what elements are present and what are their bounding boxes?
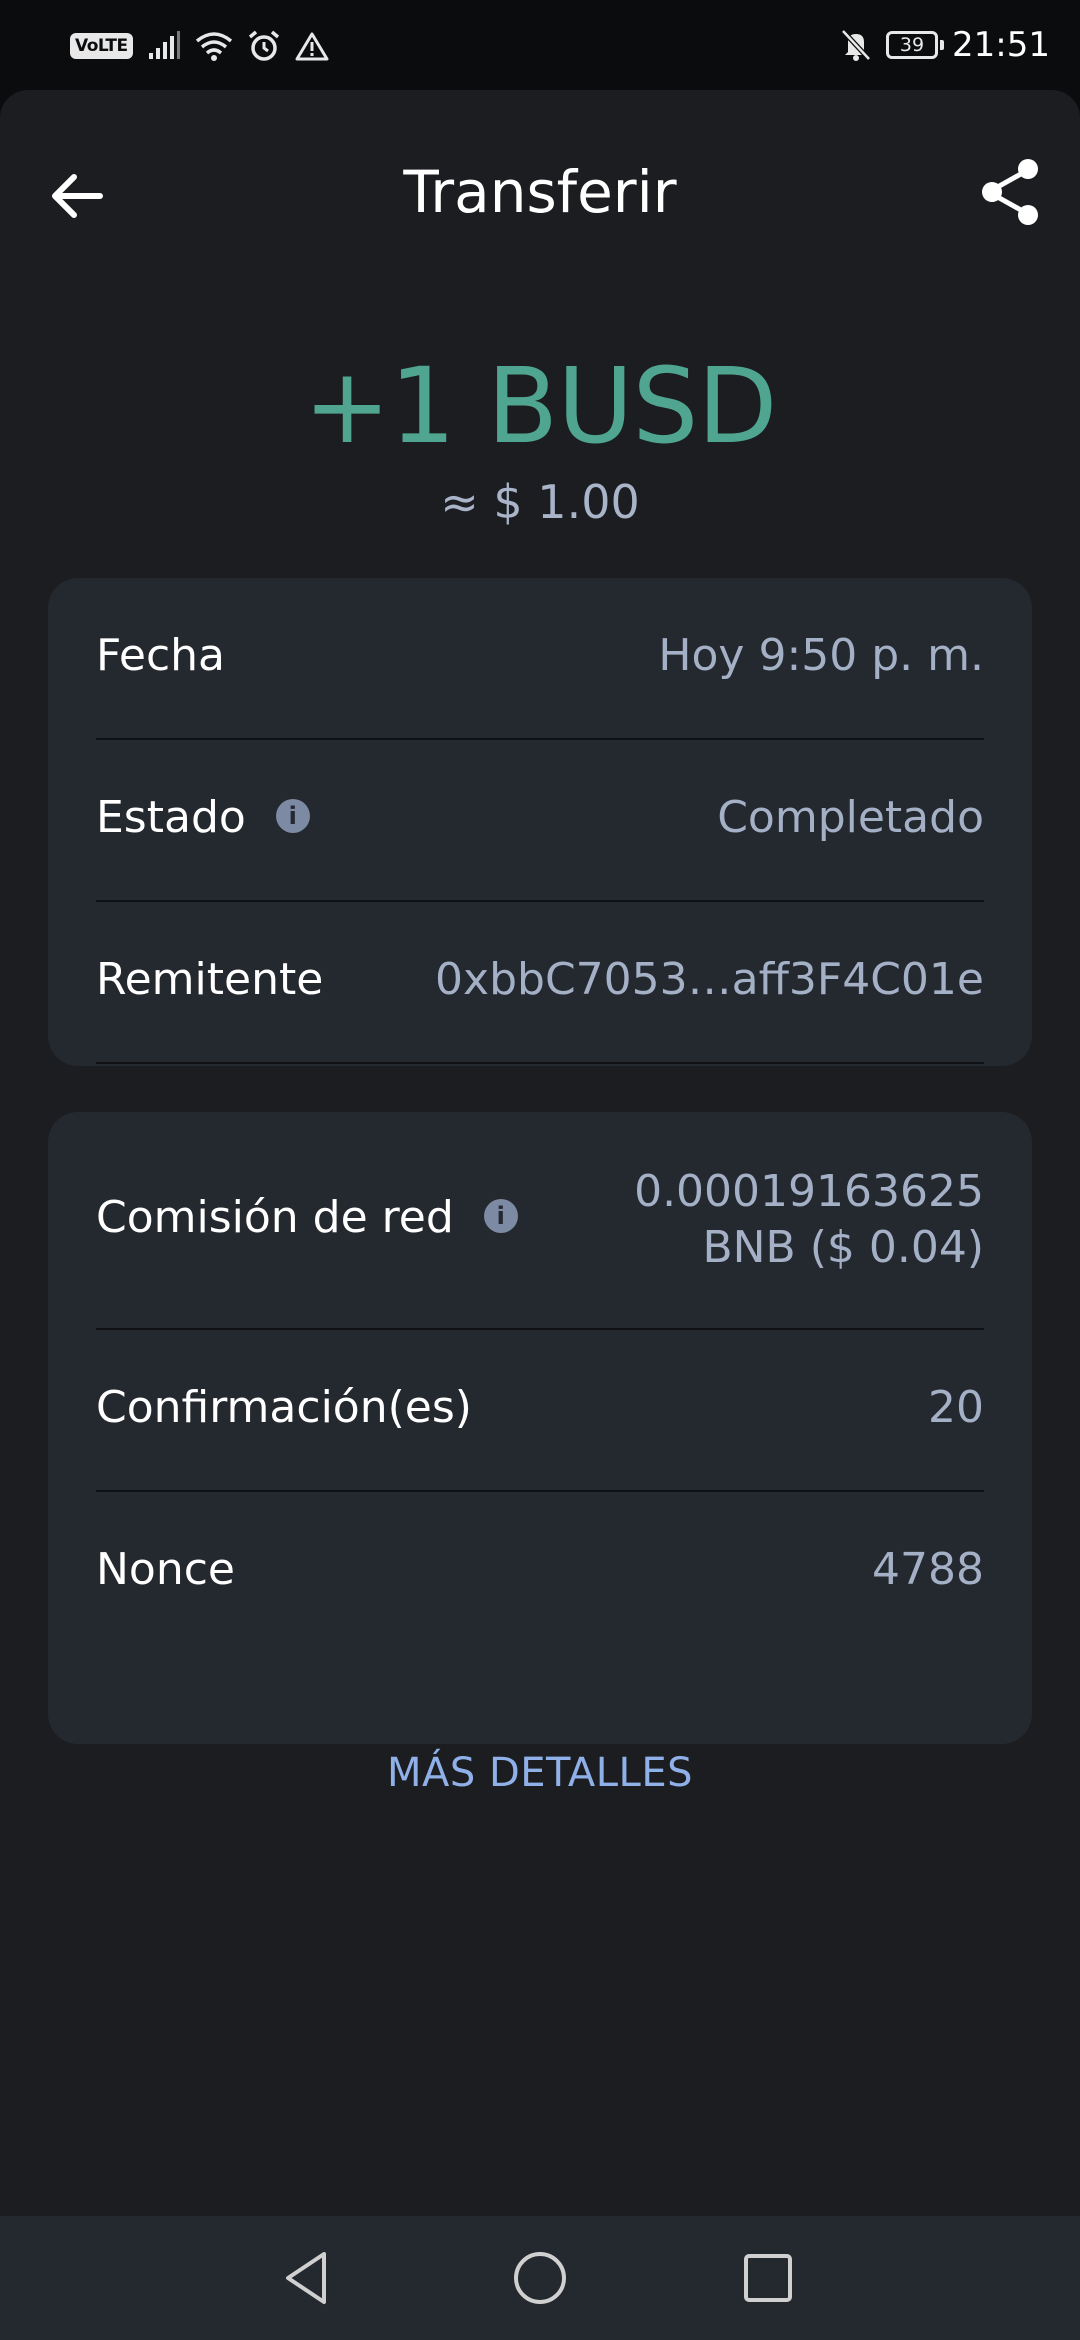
signal-icon bbox=[148, 31, 180, 59]
nav-back-icon[interactable] bbox=[276, 2246, 340, 2310]
share-button[interactable] bbox=[970, 152, 1050, 232]
volte-icon: VoLTE bbox=[70, 33, 133, 59]
network-fee-fiat: BNB ($ 0.04) bbox=[702, 1222, 984, 1273]
system-navigation-bar bbox=[0, 2216, 1080, 2340]
bell-muted-icon bbox=[841, 29, 871, 61]
battery-level: 39 bbox=[899, 34, 925, 56]
network-fee-row: Comisión de red i 0.00019163625 BNB ($ 0.… bbox=[96, 1112, 984, 1330]
confirmations-value: 20 bbox=[928, 1382, 984, 1433]
sender-row[interactable]: Remitente 0xbbC7053…aff3F4C01e bbox=[96, 902, 984, 1064]
network-fee-amount: 0.00019163625 bbox=[634, 1166, 984, 1217]
nav-home-icon[interactable] bbox=[508, 2246, 572, 2310]
status-bar: VoLTE 39 21:51 bbox=[0, 0, 1080, 90]
wifi-icon bbox=[195, 32, 232, 61]
info-icon[interactable]: i bbox=[483, 1199, 518, 1233]
sender-address[interactable]: 0xbbC7053…aff3F4C01e bbox=[435, 954, 984, 1005]
nonce-row: Nonce 4788 bbox=[96, 1492, 984, 1652]
status-right-icons: 39 21:51 bbox=[840, 22, 1050, 68]
more-details-button[interactable]: MÁS DETALLES bbox=[0, 1750, 1080, 1796]
transfer-screen: Transferir +1 BUSD ≈ $ 1.00 Fecha Hoy 9:… bbox=[0, 90, 1080, 2216]
network-fee-label: Comisión de red bbox=[96, 1192, 454, 1243]
status-row: Estado i Completado bbox=[96, 740, 984, 902]
status-left-icons: VoLTE bbox=[70, 28, 329, 64]
status-label: Estado bbox=[96, 792, 246, 843]
status-label-group: Estado i bbox=[96, 792, 310, 843]
date-label: Fecha bbox=[96, 630, 226, 681]
fiat-amount: ≈ $ 1.00 bbox=[440, 475, 640, 529]
warning-icon bbox=[295, 32, 329, 61]
date-value: Hoy 9:50 p. m. bbox=[658, 630, 984, 681]
nav-recents-icon[interactable] bbox=[736, 2246, 800, 2310]
nonce-value: 4788 bbox=[872, 1544, 984, 1595]
battery-icon: 39 bbox=[886, 31, 945, 59]
transaction-details-card: Fecha Hoy 9:50 p. m. Estado i Completado … bbox=[48, 578, 1032, 1066]
alarm-icon bbox=[248, 30, 279, 61]
fee-details-card: Comisión de red i 0.00019163625 BNB ($ 0.… bbox=[48, 1112, 1032, 1744]
network-fee-label-group: Comisión de red i bbox=[96, 1192, 518, 1243]
share-icon bbox=[982, 159, 1038, 225]
confirmations-label: Confirmación(es) bbox=[96, 1382, 472, 1433]
nonce-label: Nonce bbox=[96, 1544, 235, 1595]
status-time: 21:51 bbox=[952, 25, 1050, 65]
date-row: Fecha Hoy 9:50 p. m. bbox=[96, 578, 984, 740]
status-value: Completado bbox=[717, 792, 984, 843]
page-title: Transferir bbox=[403, 158, 677, 226]
sender-label: Remitente bbox=[96, 954, 324, 1005]
app-header: Transferir bbox=[0, 90, 1080, 280]
confirmations-row: Confirmación(es) 20 bbox=[96, 1330, 984, 1492]
transfer-amount: +1 BUSD bbox=[303, 345, 778, 467]
info-icon[interactable]: i bbox=[275, 799, 310, 833]
network-fee-value: 0.00019163625 BNB ($ 0.04) bbox=[634, 1164, 984, 1276]
